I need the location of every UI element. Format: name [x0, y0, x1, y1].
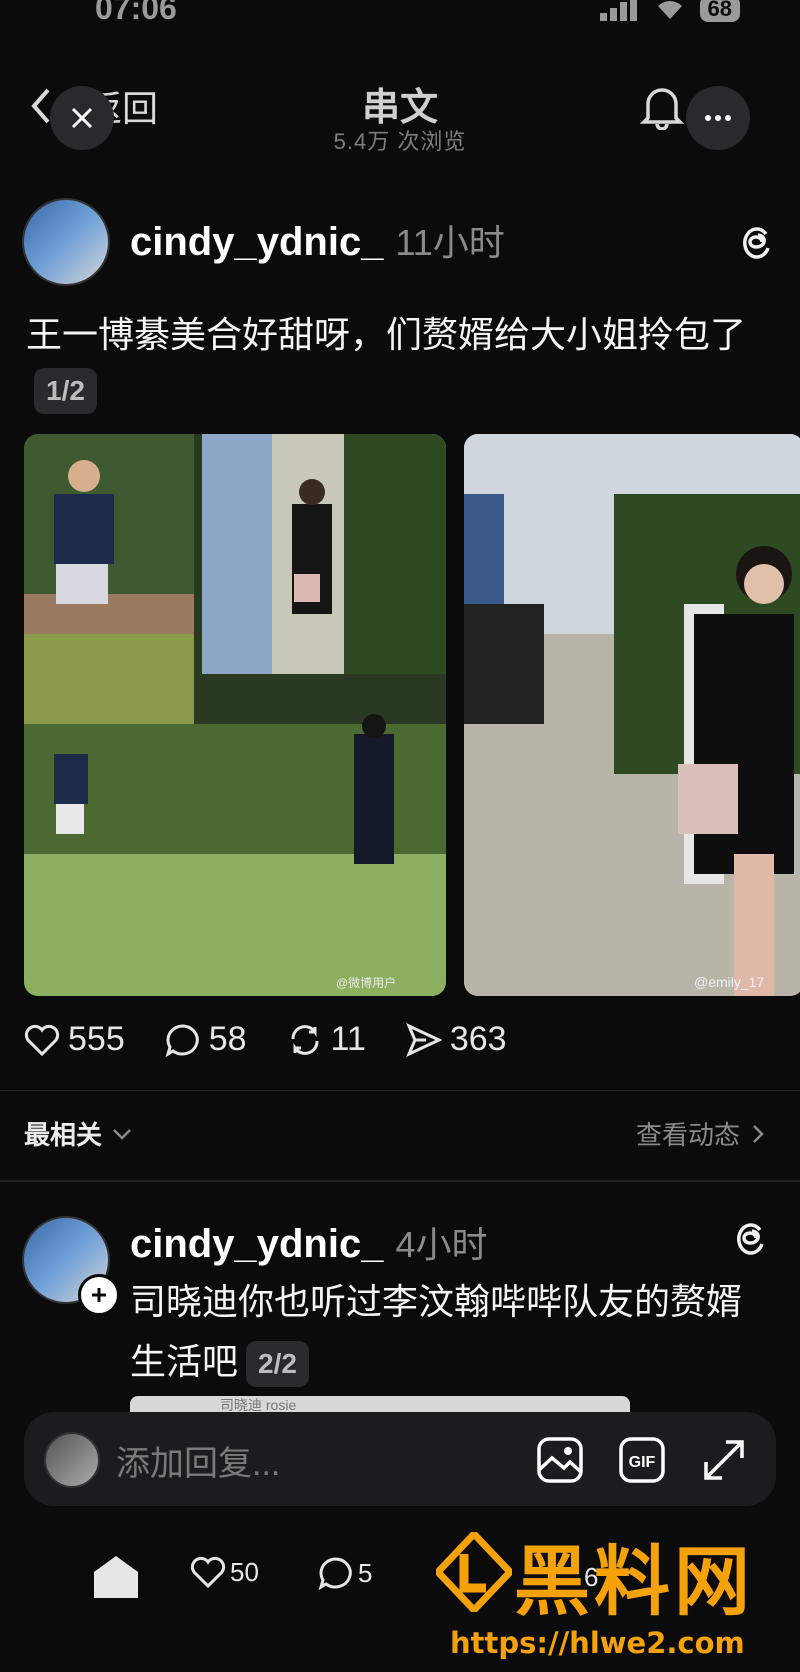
comment-icon	[165, 1023, 199, 1057]
view-activity-label: 查看动态	[635, 1120, 740, 1150]
reply-preview-text: 司晓迪 rosie	[220, 1397, 297, 1412]
chevron-right-icon	[753, 1124, 764, 1143]
bottom-comment-count: 5	[358, 1557, 373, 1588]
reply-image-preview[interactable]: 司晓迪 rosie	[130, 1396, 630, 1412]
username[interactable]: cindy_ydnic_	[130, 220, 383, 265]
sort-dropdown[interactable]: 最相关	[24, 1115, 132, 1152]
watermark-url: https://hlwe2.com	[450, 1626, 745, 1660]
image-caption-right: @emily_17	[694, 974, 765, 990]
reply-text: 司晓迪你也听过李汶翰哔哔队友的赘婿生活吧 2/2	[130, 1272, 750, 1392]
gif-button[interactable]: GIF	[618, 1436, 666, 1489]
reply-username[interactable]: cindy_ydnic_	[130, 1222, 383, 1267]
repost-count: 11	[330, 1020, 366, 1058]
view-activity-link[interactable]: 查看动态	[636, 1115, 764, 1152]
post-image-collage[interactable]: @微博用户	[24, 434, 446, 996]
share-button[interactable]: 363	[405, 1020, 507, 1059]
send-icon	[405, 1022, 442, 1057]
post-header: cindy_ydnic_ 11小时	[130, 214, 505, 266]
reply-page-indicator: 2/2	[246, 1341, 309, 1388]
comment-count: 58	[208, 1020, 247, 1058]
follow-button[interactable]	[78, 1274, 120, 1316]
reply-input[interactable]: 添加回复...	[116, 1436, 280, 1485]
reply-header: cindy_ydnic_ 4小时	[130, 1216, 487, 1268]
post-image-2[interactable]: @emily_17	[464, 434, 800, 996]
watermark-logo-icon	[436, 1532, 512, 1612]
status-time: 07:06	[95, 0, 177, 26]
page-indicator: 1/2	[34, 368, 97, 415]
post-body: 王一博綦美合好甜呀，们赘婿给大小姐拎包了	[26, 314, 747, 355]
post-actions: 555 58 11 363	[24, 1020, 547, 1059]
signal-icon	[599, 0, 637, 21]
threads-icon	[743, 227, 770, 259]
image-caption-left: @微博用户	[336, 976, 397, 990]
home-icon[interactable]	[92, 1554, 140, 1600]
watermark-title: 黑料网	[514, 1537, 754, 1626]
status-icons: 68	[599, 0, 740, 22]
comment-button[interactable]: 58	[165, 1020, 247, 1059]
post-time: 11小时	[395, 222, 505, 263]
divider	[0, 1090, 800, 1091]
battery-indicator: 68	[699, 0, 740, 22]
more-button[interactable]	[686, 86, 750, 150]
share-count: 363	[449, 1020, 507, 1058]
bottom-comment-button[interactable]: 5	[318, 1556, 372, 1590]
chevron-down-icon	[113, 1128, 131, 1140]
repost-button[interactable]: 11	[287, 1020, 366, 1059]
repost-icon	[291, 1024, 319, 1055]
threads-icon	[737, 1223, 764, 1255]
watermark: 黑料网 https://hlwe2.com	[436, 1528, 776, 1672]
image-icon	[537, 1437, 583, 1483]
bell-button[interactable]	[639, 84, 685, 135]
gif-icon: GIF	[619, 1437, 665, 1483]
bell-icon	[639, 88, 685, 131]
image-button[interactable]	[536, 1436, 584, 1489]
post-text: 王一博綦美合好甜呀，们赘婿给大小姐拎包了 1/2	[26, 308, 766, 416]
plus-icon	[92, 1288, 106, 1302]
expand-button[interactable]	[700, 1436, 748, 1489]
like-button[interactable]: 555	[24, 1020, 125, 1059]
expand-icon	[704, 1440, 744, 1480]
section-divider	[0, 1180, 800, 1182]
svg-text:GIF: GIF	[629, 1454, 656, 1471]
heart-icon	[24, 1024, 60, 1056]
collage-graphic	[24, 434, 446, 996]
avatar[interactable]	[22, 198, 110, 286]
heart-icon	[190, 1556, 226, 1588]
more-icon	[705, 115, 731, 121]
bottom-like-button[interactable]: 50	[190, 1556, 259, 1588]
my-avatar	[44, 1432, 100, 1488]
comment-icon	[318, 1557, 352, 1590]
threads-button[interactable]	[740, 222, 774, 265]
like-count: 555	[68, 1020, 125, 1058]
sort-label: 最相关	[24, 1120, 103, 1150]
reply-time: 4小时	[395, 1224, 488, 1265]
bottom-like-count: 50	[230, 1556, 259, 1587]
reply-threads-button[interactable]	[734, 1218, 768, 1261]
reply-body: 司晓迪你也听过李汶翰哔哔队友的赘婿生活吧	[130, 1281, 743, 1382]
street-graphic	[464, 434, 800, 996]
wifi-icon	[657, 1, 682, 20]
